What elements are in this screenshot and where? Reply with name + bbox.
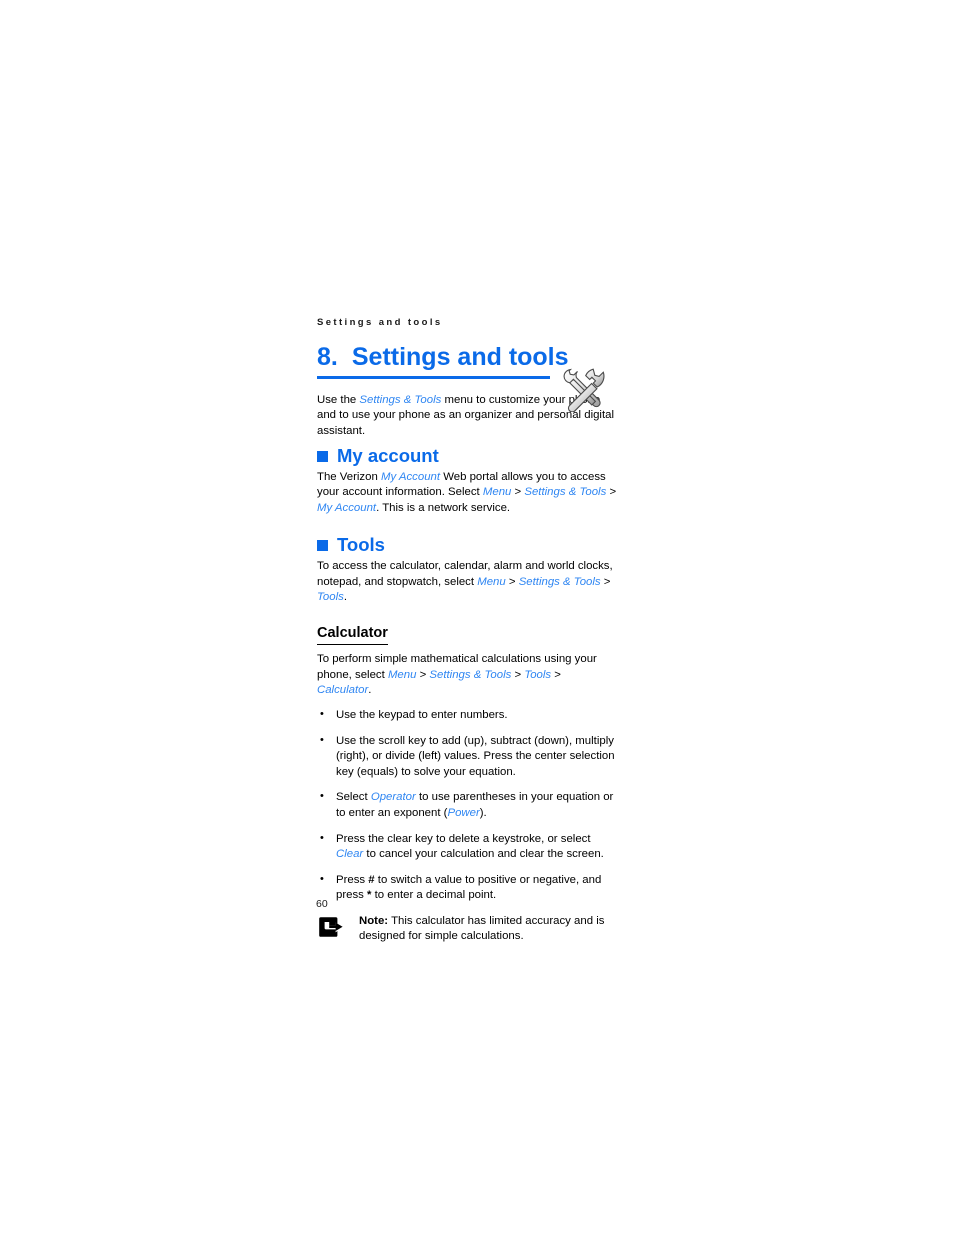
calculator-intro-paragraph: To perform simple mathematical calculati… bbox=[317, 652, 617, 699]
menu-link-power[interactable]: Power bbox=[447, 807, 479, 819]
bullet-text-1: Select bbox=[336, 791, 371, 804]
text-1: The Verizon bbox=[317, 470, 381, 483]
intro-text-1: Use the bbox=[317, 393, 360, 406]
separator-3: > bbox=[551, 668, 561, 681]
tools-hammer-wrench-icon bbox=[560, 366, 612, 412]
chapter-number: 8. bbox=[317, 342, 338, 371]
list-item: Press # to switch a value to positive or… bbox=[317, 872, 617, 904]
separator-1: > bbox=[511, 486, 525, 499]
section-title-my-account: My account bbox=[337, 444, 439, 466]
note-callout: Note: This calculator has limited accura… bbox=[317, 914, 617, 945]
menu-link-settings-tools[interactable]: Settings & Tools bbox=[429, 669, 511, 681]
menu-link-calculator[interactable]: Calculator bbox=[317, 684, 368, 696]
menu-link-operator[interactable]: Operator bbox=[371, 791, 416, 803]
section-title-tools: Tools bbox=[337, 533, 385, 555]
list-item: Use the scroll key to add (up), subtract… bbox=[317, 733, 617, 781]
text-2: . bbox=[343, 591, 347, 604]
note-text: Note: This calculator has limited accura… bbox=[359, 914, 617, 945]
blue-square-bullet-icon bbox=[317, 540, 328, 552]
section-heading-tools: Tools bbox=[317, 533, 617, 555]
note-label: Note: bbox=[359, 914, 389, 927]
calculator-instruction-list: Use the keypad to enter numbers. Use the… bbox=[317, 707, 617, 904]
menu-link-tools[interactable]: Tools bbox=[317, 591, 344, 603]
list-item: Press the clear key to delete a keystrok… bbox=[317, 831, 617, 863]
separator-1: > bbox=[416, 668, 430, 681]
bullet-text-1: Press the clear key to delete a keystrok… bbox=[336, 832, 591, 845]
separator-2: > bbox=[606, 486, 617, 499]
document-page: Settings and tools 8. Settings and tools bbox=[317, 318, 617, 945]
text-2: . bbox=[368, 684, 372, 697]
bullet-text-3: to enter a decimal point. bbox=[371, 889, 497, 902]
menu-link-my-account-2[interactable]: My Account bbox=[317, 502, 376, 514]
menu-link-settings-tools[interactable]: Settings & Tools bbox=[524, 486, 606, 498]
bullet-text-3: ). bbox=[479, 806, 487, 819]
menu-link-my-account[interactable]: My Account bbox=[381, 471, 440, 483]
note-arrow-icon bbox=[319, 916, 345, 938]
separator-1: > bbox=[505, 575, 519, 588]
menu-link-menu[interactable]: Menu bbox=[477, 576, 506, 588]
my-account-paragraph: The Verizon My Account Web portal allows… bbox=[317, 470, 617, 517]
text-3: . This is a network service. bbox=[376, 502, 511, 515]
page-number: 60 bbox=[316, 898, 328, 910]
menu-link-settings-tools[interactable]: Settings & Tools bbox=[359, 394, 441, 406]
chapter-heading-block: 8. Settings and tools bbox=[317, 342, 617, 412]
menu-link-tools[interactable]: Tools bbox=[524, 669, 551, 681]
tools-paragraph: To access the calculator, calendar, alar… bbox=[317, 559, 617, 606]
bullet-text-1: Press bbox=[336, 873, 369, 886]
bullet-text: Use the scroll key to add (up), subtract… bbox=[336, 734, 615, 778]
subsection-calculator: Calculator To perform simple mathematica… bbox=[317, 624, 617, 945]
list-item: Use the keypad to enter numbers. bbox=[317, 707, 617, 724]
menu-link-clear[interactable]: Clear bbox=[336, 848, 363, 860]
chapter-rule bbox=[317, 375, 550, 379]
bullet-text-2: to cancel your calculation and clear the… bbox=[363, 848, 604, 861]
section-heading-my-account: My account bbox=[317, 444, 617, 466]
bullet-text: Use the keypad to enter numbers. bbox=[336, 708, 508, 721]
separator-2: > bbox=[600, 575, 611, 588]
separator-2: > bbox=[511, 668, 525, 681]
section-tools: Tools To access the calculator, calendar… bbox=[317, 533, 617, 606]
blue-square-bullet-icon bbox=[317, 451, 328, 463]
list-item: Select Operator to use parentheses in yo… bbox=[317, 789, 617, 821]
note-body: This calculator has limited accuracy and… bbox=[359, 914, 605, 943]
section-my-account: My account The Verizon My Account Web po… bbox=[317, 444, 617, 517]
chapter-title-text: Settings and tools bbox=[351, 342, 569, 371]
menu-link-settings-tools[interactable]: Settings & Tools bbox=[519, 576, 601, 588]
running-header: Settings and tools bbox=[317, 317, 443, 328]
menu-link-menu[interactable]: Menu bbox=[483, 486, 512, 498]
subsection-title-calculator: Calculator bbox=[317, 625, 388, 646]
menu-link-menu[interactable]: Menu bbox=[388, 669, 417, 681]
